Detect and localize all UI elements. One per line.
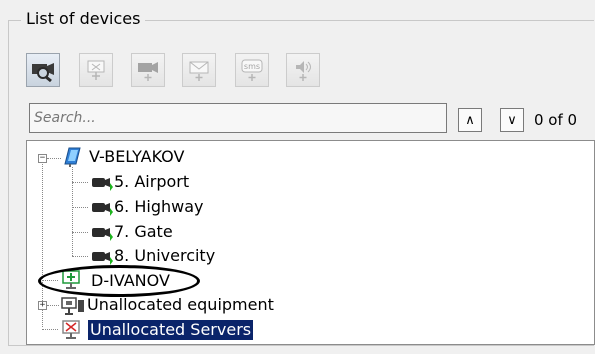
- camera-search-button[interactable]: [26, 53, 60, 87]
- server-blue-icon: [64, 147, 81, 167]
- tree-connector: [72, 232, 88, 233]
- add-sound-button[interactable]: [286, 53, 320, 87]
- device-tree[interactable]: − V-BELYAKOV 5. Airport 6. Highway 7. Ga…: [26, 140, 595, 345]
- tree-connector: [72, 207, 88, 208]
- add-sms-icon: sms: [241, 59, 263, 81]
- add-camera-button[interactable]: [131, 53, 165, 87]
- tree-connector: [72, 256, 88, 257]
- search-previous-button[interactable]: ∧: [458, 108, 482, 132]
- search-input[interactable]: [30, 104, 446, 132]
- search-next-button[interactable]: ∨: [500, 108, 524, 132]
- add-email-button[interactable]: [182, 53, 216, 87]
- tree-node-v-belyakov[interactable]: V-BELYAKOV: [89, 147, 184, 167]
- tree-connector: [47, 305, 59, 306]
- tree-connector: [42, 329, 58, 330]
- search-box: [29, 103, 447, 133]
- tree-node-camera[interactable]: 7. Gate: [114, 222, 173, 242]
- panel-title: List of devices: [21, 9, 146, 29]
- chevron-up-icon: ∧: [465, 112, 475, 128]
- tree-node-unallocated-servers[interactable]: Unallocated Servers: [86, 319, 255, 341]
- equipment-icon: [61, 297, 84, 315]
- camera-magnifier-icon: [32, 63, 54, 82]
- tree-node-camera[interactable]: 6. Highway: [114, 197, 203, 217]
- tree-connector: [47, 158, 61, 159]
- add-sound-icon: [296, 61, 311, 81]
- svg-text:sms: sms: [244, 62, 260, 71]
- tree-connector: [72, 167, 73, 256]
- camera-icon: [92, 178, 113, 191]
- tree-node-camera[interactable]: 8. Univercity: [114, 246, 215, 266]
- tree-expand-toggle[interactable]: +: [38, 301, 47, 310]
- add-email-icon: [189, 61, 209, 81]
- tree-collapse-toggle[interactable]: −: [38, 154, 47, 163]
- add-server-icon: [87, 60, 105, 80]
- server-red-icon: [62, 320, 80, 339]
- add-camera-icon: [138, 62, 158, 81]
- camera-icon: [92, 203, 113, 216]
- tree-connector: [72, 182, 88, 183]
- add-server-button[interactable]: [79, 53, 113, 87]
- search-result-counter: 0 of 0: [534, 111, 578, 129]
- highlight-ellipse: [38, 265, 200, 297]
- add-sms-button[interactable]: sms: [235, 53, 269, 87]
- tree-node-unallocated-equipment[interactable]: Unallocated equipment: [87, 295, 274, 315]
- camera-icon: [92, 228, 113, 241]
- camera-icon: [92, 252, 113, 265]
- tree-node-camera[interactable]: 5. Airport: [114, 172, 189, 192]
- chevron-down-icon: ∨: [507, 112, 517, 128]
